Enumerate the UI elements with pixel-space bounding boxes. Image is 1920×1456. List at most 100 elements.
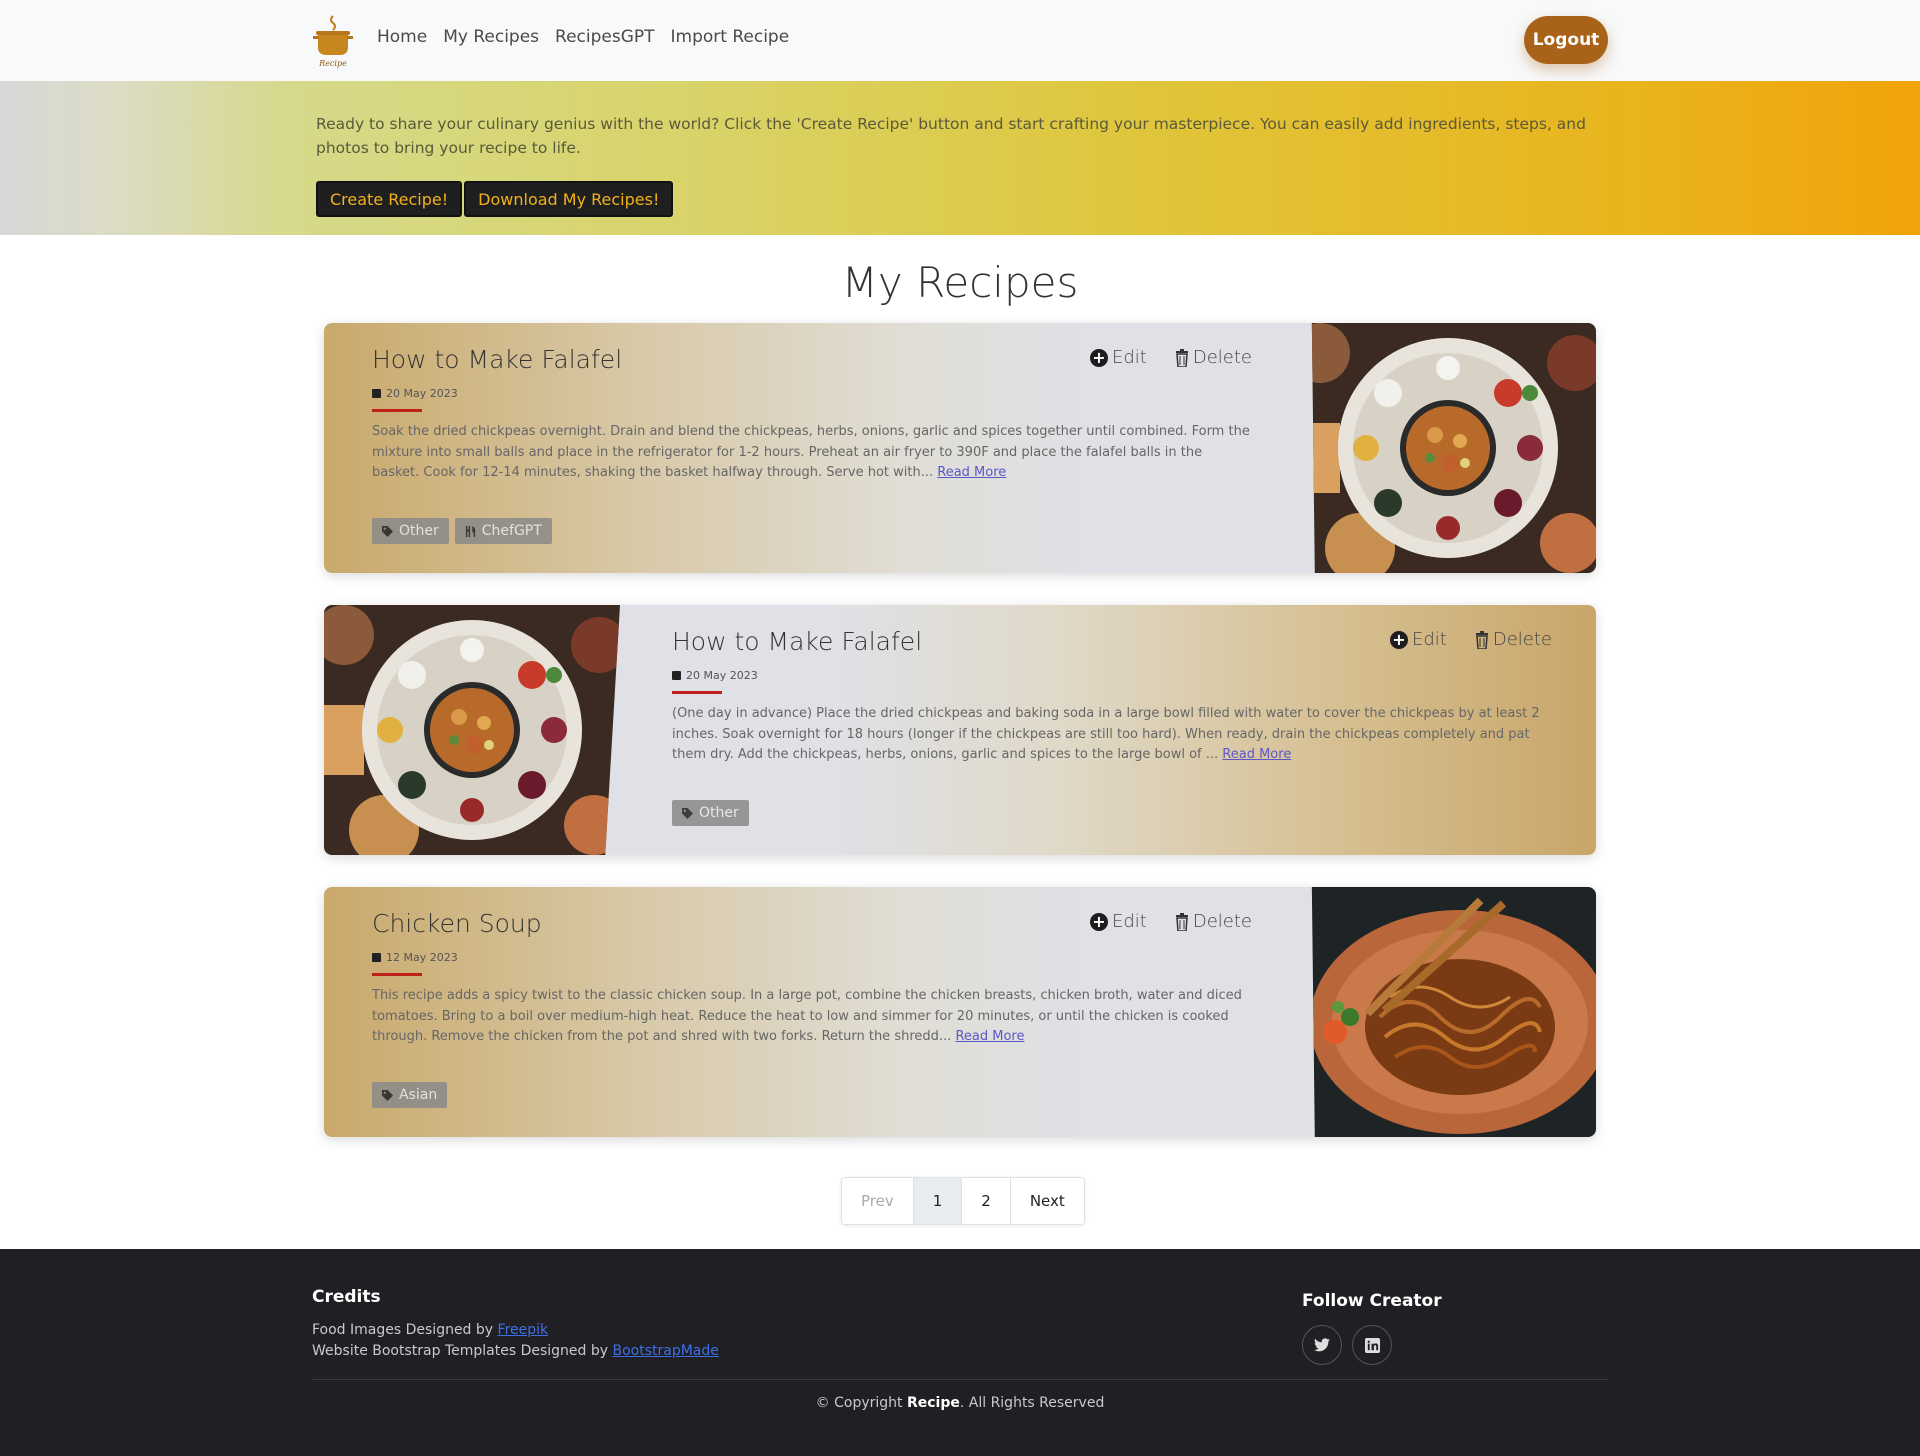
linkedin-link[interactable] bbox=[1352, 1325, 1392, 1365]
recipe-actions: + Edit Delete bbox=[1089, 347, 1252, 368]
tag-icon bbox=[382, 525, 393, 537]
edit-button[interactable]: + Edit bbox=[1089, 347, 1147, 368]
tag-category[interactable]: Other bbox=[372, 518, 449, 544]
hero-banner: Ready to share your culinary genius with… bbox=[0, 81, 1920, 235]
linkedin-icon bbox=[1364, 1337, 1380, 1353]
plus-circle-icon: + bbox=[1389, 630, 1408, 649]
recipe-title[interactable]: Chicken Soup bbox=[372, 909, 542, 938]
credit-line-images: Food Images Designed by Freepik bbox=[312, 1320, 719, 1341]
falafel-platter-image bbox=[1300, 323, 1596, 573]
download-recipes-button[interactable]: Download My Recipes! bbox=[464, 181, 674, 217]
edit-button[interactable]: + Edit bbox=[1389, 629, 1447, 650]
recipe-description: This recipe adds a spicy twist to the cl… bbox=[372, 986, 1252, 1048]
noodle-plate-image bbox=[1300, 887, 1596, 1137]
copyright-brand: Recipe bbox=[906, 1395, 960, 1411]
accent-divider bbox=[372, 973, 422, 976]
plus-circle-icon: + bbox=[1089, 348, 1108, 367]
nav-links: Home My Recipes RecipesGPT Import Recipe bbox=[377, 27, 789, 47]
twitter-link[interactable] bbox=[1302, 1325, 1342, 1365]
tag-icon bbox=[682, 807, 693, 819]
next-page-button[interactable]: Next bbox=[1010, 1178, 1084, 1224]
read-more-link[interactable]: Read More bbox=[955, 1029, 1024, 1044]
delete-button[interactable]: Delete bbox=[1175, 911, 1252, 932]
recipe-date: 20 May 2023 bbox=[372, 387, 458, 400]
nav-recipesgpt[interactable]: RecipesGPT bbox=[555, 27, 655, 47]
recipe-description: (One day in advance) Place the dried chi… bbox=[672, 704, 1552, 766]
copyright-suffix: . All Rights Reserved bbox=[959, 1395, 1105, 1411]
recipe-description: Soak the dried chickpeas overnight. Drai… bbox=[372, 422, 1252, 484]
recipe-actions: + Edit Delete bbox=[1089, 911, 1252, 932]
svg-text:Recipe: Recipe bbox=[318, 59, 347, 68]
recipe-tags: Other bbox=[672, 800, 749, 826]
follow-creator-title: Follow Creator bbox=[1302, 1291, 1442, 1311]
freepik-link[interactable]: Freepik bbox=[498, 1322, 549, 1338]
recipe-card: How to Make Falafel + Edit Delete 20 May … bbox=[324, 323, 1596, 573]
accent-divider bbox=[672, 691, 722, 694]
recipe-card-body: How to Make Falafel + Edit Delete 20 May … bbox=[672, 605, 1552, 855]
page-title: My Recipes bbox=[841, 258, 1079, 307]
nav-home[interactable]: Home bbox=[377, 27, 427, 47]
credit-line-templates: Website Bootstrap Templates Designed by … bbox=[312, 1341, 719, 1362]
tag-icon bbox=[382, 1089, 393, 1101]
recipe-logo[interactable]: Recipe bbox=[313, 14, 353, 68]
hero-text: Ready to share your culinary genius with… bbox=[316, 115, 1586, 157]
edit-label: Edit bbox=[1111, 911, 1147, 932]
edit-label: Edit bbox=[1411, 629, 1447, 650]
delete-label: Delete bbox=[1192, 911, 1252, 932]
recipe-date-text: 20 May 2023 bbox=[686, 669, 758, 682]
nav-import-recipe[interactable]: Import Recipe bbox=[671, 27, 790, 47]
tag-label: ChefGPT bbox=[481, 523, 542, 539]
trash-icon bbox=[1175, 348, 1188, 367]
trash-icon bbox=[1475, 630, 1488, 649]
tag-category[interactable]: Other bbox=[672, 800, 749, 826]
footer-divider bbox=[312, 1379, 1608, 1380]
falafel-platter-image bbox=[324, 605, 620, 855]
recipe-actions: + Edit Delete bbox=[1389, 629, 1552, 650]
page-1-button[interactable]: 1 bbox=[913, 1178, 963, 1224]
recipe-card-body: How to Make Falafel + Edit Delete 20 May … bbox=[372, 323, 1252, 573]
edit-button[interactable]: + Edit bbox=[1089, 911, 1147, 932]
pagination: Prev 1 2 Next bbox=[841, 1177, 1085, 1225]
logout-button[interactable]: Logout bbox=[1524, 16, 1608, 64]
delete-label: Delete bbox=[1192, 347, 1252, 368]
prev-page-button[interactable]: Prev bbox=[842, 1178, 914, 1224]
recipe-description-text: This recipe adds a spicy twist to the cl… bbox=[372, 988, 1242, 1044]
tag-category[interactable]: Asian bbox=[372, 1082, 448, 1108]
read-more-link[interactable]: Read More bbox=[937, 465, 1006, 480]
copyright-prefix: © Copyright bbox=[815, 1395, 907, 1411]
credit-images-text: Food Images Designed by bbox=[312, 1322, 498, 1338]
tag-label: Other bbox=[699, 805, 739, 821]
tag-label: Asian bbox=[399, 1087, 438, 1103]
recipe-tags: Asian bbox=[372, 1082, 448, 1108]
recipe-date-text: 20 May 2023 bbox=[386, 387, 458, 400]
bootstrapmade-link[interactable]: BootstrapMade bbox=[612, 1343, 718, 1359]
recipe-description-text: (One day in advance) Place the dried chi… bbox=[672, 706, 1540, 762]
recipe-title[interactable]: How to Make Falafel bbox=[672, 627, 922, 656]
recipe-title[interactable]: How to Make Falafel bbox=[372, 345, 622, 374]
trash-icon bbox=[1175, 912, 1188, 931]
credits-lines: Food Images Designed by Freepik Website … bbox=[312, 1320, 719, 1362]
copyright: © Copyright Recipe. All Rights Reserved bbox=[0, 1395, 1920, 1411]
hero-buttons: Create Recipe! Download My Recipes! bbox=[316, 181, 674, 217]
accent-divider bbox=[372, 409, 422, 412]
footer: Credits Food Images Designed by Freepik … bbox=[0, 1249, 1920, 1456]
credits-title: Credits bbox=[312, 1287, 381, 1307]
recipe-date: 12 May 2023 bbox=[372, 951, 458, 964]
calendar-icon bbox=[372, 953, 381, 962]
page-2-button[interactable]: 2 bbox=[962, 1178, 1011, 1224]
delete-button[interactable]: Delete bbox=[1475, 629, 1552, 650]
credit-templates-text: Website Bootstrap Templates Designed by bbox=[312, 1343, 613, 1359]
edit-label: Edit bbox=[1111, 347, 1147, 368]
recipe-card-body: Chicken Soup + Edit Delete 12 May 2023 Th… bbox=[372, 887, 1252, 1137]
calendar-icon bbox=[672, 671, 681, 680]
recipe-card: Chicken Soup + Edit Delete 12 May 2023 Th… bbox=[324, 887, 1596, 1137]
recipe-description-text: Soak the dried chickpeas overnight. Drai… bbox=[372, 424, 1250, 480]
plus-circle-icon: + bbox=[1089, 912, 1108, 931]
read-more-link[interactable]: Read More bbox=[1222, 747, 1291, 762]
recipe-card: How to Make Falafel + Edit Delete 20 May … bbox=[324, 605, 1596, 855]
create-recipe-button[interactable]: Create Recipe! bbox=[316, 181, 463, 217]
tag-source[interactable]: ChefGPT bbox=[454, 518, 552, 544]
nav-my-recipes[interactable]: My Recipes bbox=[443, 27, 539, 47]
delete-button[interactable]: Delete bbox=[1175, 347, 1252, 368]
recipe-date-text: 12 May 2023 bbox=[386, 951, 458, 964]
